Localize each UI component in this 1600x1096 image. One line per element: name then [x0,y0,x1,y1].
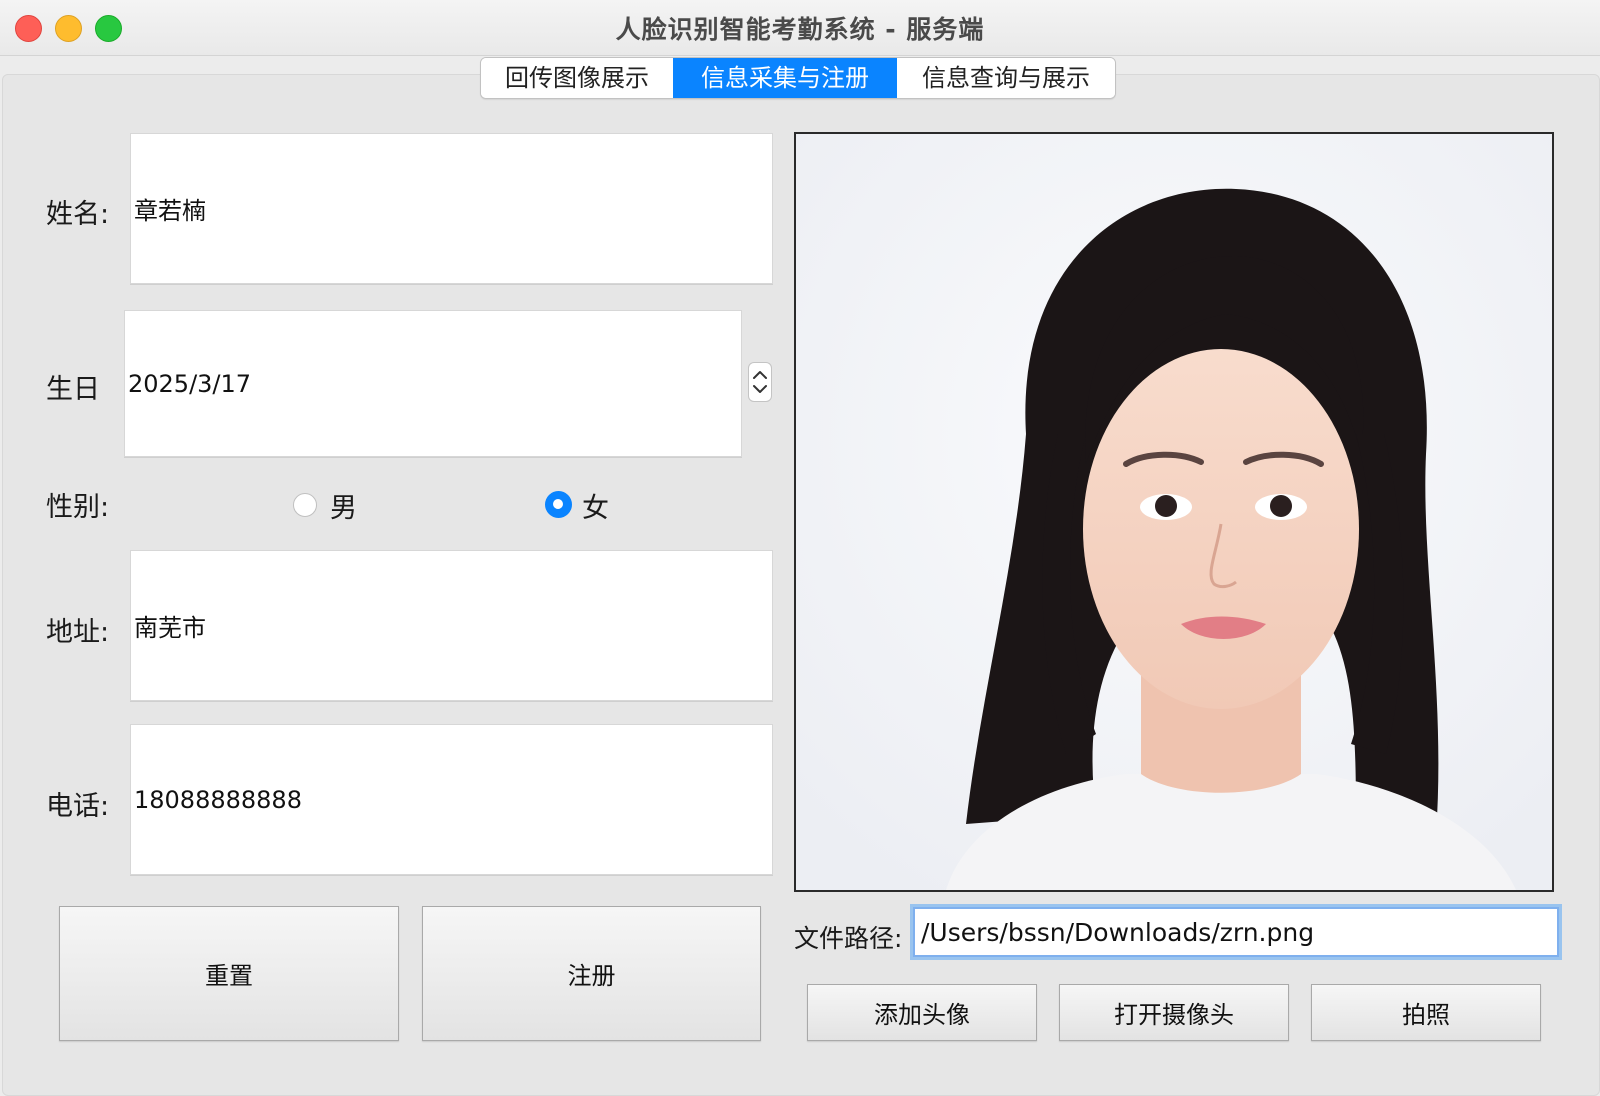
file-path-label: 文件路径: [794,924,903,953]
title-bar: 人脸识别智能考勤系统 - 服务端 [0,0,1600,56]
tab-info-registration[interactable]: 信息采集与注册 [673,58,897,98]
take-photo-button[interactable]: 拍照 [1311,984,1541,1041]
phone-label: 电话: [46,791,110,822]
address-label: 地址: [46,617,110,648]
tab-info-query[interactable]: 信息查询与展示 [897,58,1115,98]
file-path-input[interactable]: /Users/bssn/Downloads/zrn.png [913,907,1559,957]
gender-female-label[interactable]: 女 [582,486,609,525]
portrait-image [796,134,1552,890]
stepper-down-icon [753,385,767,393]
open-camera-button[interactable]: 打开摄像头 [1059,984,1289,1041]
add-avatar-button[interactable]: 添加头像 [807,984,1037,1041]
window-title: 人脸识别智能考勤系统 - 服务端 [615,15,985,44]
gender-male-radio[interactable] [293,493,317,517]
avatar-photo [794,132,1554,892]
birthday-input[interactable]: 2025/3/17 [124,310,742,457]
birthday-label: 生日 [46,374,100,405]
phone-input[interactable]: 18088888888 [130,724,773,875]
gender-label: 性别: [46,492,110,523]
address-input[interactable]: 南芜市 [130,550,773,701]
reset-button[interactable]: 重置 [59,906,399,1041]
tab-image-display[interactable]: 回传图像展示 [481,58,673,98]
gender-male-label[interactable]: 男 [330,486,357,525]
date-stepper[interactable] [748,362,772,402]
name-label: 姓名: [46,199,110,230]
gender-female-radio[interactable] [545,491,572,518]
register-button[interactable]: 注册 [422,906,761,1041]
stepper-up-icon [753,371,767,379]
tab-bar: 回传图像展示 信息采集与注册 信息查询与展示 [480,57,1116,99]
name-input[interactable]: 章若楠 [130,133,773,284]
